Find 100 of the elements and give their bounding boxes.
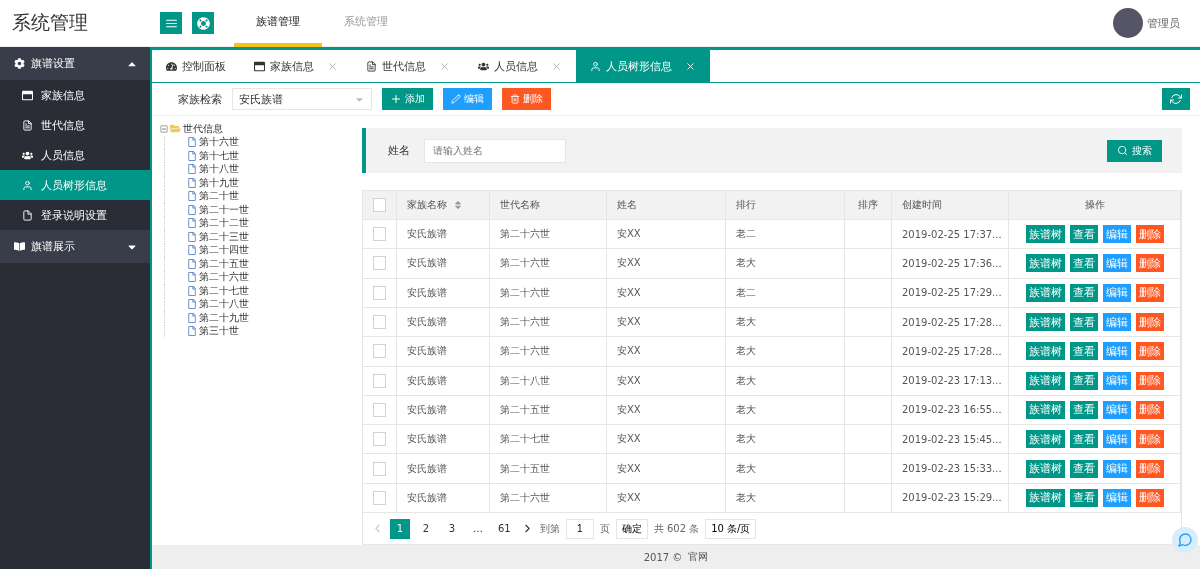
edit-button[interactable]: 编辑 xyxy=(1102,371,1131,390)
view-button[interactable]: 查看 xyxy=(1069,430,1098,449)
tree-node[interactable]: 第二十四世 xyxy=(199,243,249,258)
checkbox[interactable] xyxy=(373,285,386,300)
delete-button[interactable]: 删除 xyxy=(1135,254,1164,273)
tree-node[interactable]: 第十六世 xyxy=(199,135,239,150)
page-size-select[interactable]: 10 条/页 xyxy=(705,518,757,539)
tree-node[interactable]: 第二十二世 xyxy=(199,216,249,231)
chat-button[interactable] xyxy=(1172,527,1198,553)
tree-node[interactable]: 第二十一世 xyxy=(199,202,249,217)
checkbox[interactable] xyxy=(373,344,386,359)
tree-node[interactable]: 第二十九世 xyxy=(199,310,249,325)
edit-button[interactable]: 编辑 xyxy=(1102,430,1131,449)
edit-button[interactable]: 编辑 xyxy=(1102,488,1131,507)
delete-button[interactable]: 删除 xyxy=(1135,313,1164,332)
user-name[interactable]: 管理员 xyxy=(1147,15,1180,31)
tree-button[interactable]: 族谱树 xyxy=(1025,371,1065,390)
checkbox[interactable] xyxy=(373,315,386,330)
sidebar-item[interactable]: 人员信息 xyxy=(0,140,150,170)
view-button[interactable]: 查看 xyxy=(1069,254,1098,273)
edit-button[interactable]: 编辑 xyxy=(1102,313,1131,332)
refresh-button[interactable] xyxy=(1162,88,1190,110)
delete-button[interactable]: 删除 xyxy=(1135,225,1164,244)
checkbox[interactable] xyxy=(373,227,386,242)
tree-button[interactable]: 族谱树 xyxy=(1025,225,1065,244)
page-tab[interactable]: 人员树形信息 xyxy=(576,50,710,82)
checkbox[interactable] xyxy=(373,198,386,213)
edit-button[interactable]: 编辑 xyxy=(1102,254,1131,273)
checkbox[interactable] xyxy=(373,490,386,505)
website-link[interactable]: 官网 xyxy=(688,550,709,564)
user-avatar[interactable] xyxy=(1113,8,1143,38)
edit-button[interactable]: 编辑 xyxy=(443,88,492,110)
tree-node[interactable]: 第二十世 xyxy=(199,189,239,204)
edit-button[interactable]: 编辑 xyxy=(1102,225,1131,244)
tree-button[interactable]: 族谱树 xyxy=(1025,488,1065,507)
view-button[interactable]: 查看 xyxy=(1069,283,1098,302)
close-icon[interactable] xyxy=(327,60,338,72)
lifebuoy-button[interactable] xyxy=(192,12,214,34)
tree-button[interactable]: 族谱树 xyxy=(1025,254,1065,273)
edit-button[interactable]: 编辑 xyxy=(1102,283,1131,302)
checkbox[interactable] xyxy=(373,402,386,417)
sidebar-group[interactable]: 旗谱展示 xyxy=(0,230,150,263)
view-button[interactable]: 查看 xyxy=(1069,371,1098,390)
delete-button[interactable]: 删除 xyxy=(1135,342,1164,361)
view-button[interactable]: 查看 xyxy=(1069,313,1098,332)
delete-button[interactable]: 删除 xyxy=(1135,488,1164,507)
close-icon[interactable] xyxy=(439,60,450,72)
add-button[interactable]: 添加 xyxy=(382,88,433,110)
tree-node[interactable]: 第三十世 xyxy=(199,324,239,339)
delete-button[interactable]: 删除 xyxy=(1135,371,1164,390)
sidebar-item[interactable]: 家族信息 xyxy=(0,80,150,110)
page-button[interactable]: 1 xyxy=(390,518,410,539)
family-select[interactable]: 安氏族谱 xyxy=(232,88,372,110)
close-icon[interactable] xyxy=(551,60,562,72)
tree-node[interactable]: 世代信息 xyxy=(183,121,223,136)
tree-node[interactable]: 第二十七世 xyxy=(199,283,249,298)
search-button[interactable]: 搜索 xyxy=(1107,139,1162,162)
delete-button[interactable]: 删除 xyxy=(1135,400,1164,419)
delete-button[interactable]: 删除 xyxy=(1135,430,1164,449)
sort-icon[interactable] xyxy=(453,200,463,211)
checkbox[interactable] xyxy=(373,373,386,388)
tree-node[interactable]: 第十九世 xyxy=(199,175,239,190)
tree-node[interactable]: 第二十三世 xyxy=(199,229,249,244)
tree-button[interactable]: 族谱树 xyxy=(1025,283,1065,302)
tree-node[interactable]: 第十七世 xyxy=(199,148,239,163)
nav-tab[interactable]: 族谱管理 xyxy=(234,0,322,47)
collapse-icon[interactable] xyxy=(160,124,168,133)
menu-button[interactable] xyxy=(160,12,182,34)
sidebar-item[interactable]: 登录说明设置 xyxy=(0,200,150,230)
tree-node[interactable]: 第二十六世 xyxy=(199,270,249,285)
sidebar-item[interactable]: 世代信息 xyxy=(0,110,150,140)
view-button[interactable]: 查看 xyxy=(1069,488,1098,507)
edit-button[interactable]: 编辑 xyxy=(1102,400,1131,419)
tree-node[interactable]: 第二十五世 xyxy=(199,256,249,271)
tree-node[interactable]: 第十八世 xyxy=(199,162,239,177)
sidebar-item[interactable]: 人员树形信息 xyxy=(0,170,150,200)
tree-button[interactable]: 族谱树 xyxy=(1025,342,1065,361)
tree-button[interactable]: 族谱树 xyxy=(1025,430,1065,449)
close-icon[interactable] xyxy=(685,60,696,72)
edit-button[interactable]: 编辑 xyxy=(1102,459,1131,478)
tree-button[interactable]: 族谱树 xyxy=(1025,313,1065,332)
checkbox[interactable] xyxy=(373,461,386,476)
confirm-button[interactable]: 确定 xyxy=(615,518,648,539)
tree-button[interactable]: 族谱树 xyxy=(1025,400,1065,419)
delete-button[interactable]: 删除 xyxy=(502,88,551,110)
name-field[interactable]: 请输入姓名 xyxy=(424,138,566,163)
tree-button[interactable]: 族谱树 xyxy=(1025,459,1065,478)
page-field[interactable]: 1 xyxy=(565,518,594,539)
checkbox[interactable] xyxy=(373,256,386,271)
delete-button[interactable]: 删除 xyxy=(1135,459,1164,478)
edit-button[interactable]: 编辑 xyxy=(1102,342,1131,361)
checkbox[interactable] xyxy=(373,432,386,447)
tree-node[interactable]: 第二十八世 xyxy=(199,297,249,312)
view-button[interactable]: 查看 xyxy=(1069,342,1098,361)
delete-button[interactable]: 删除 xyxy=(1135,283,1164,302)
sidebar-group[interactable]: 旗谱设置 xyxy=(0,47,150,80)
nav-tab[interactable]: 系统管理 xyxy=(322,0,410,47)
view-button[interactable]: 查看 xyxy=(1069,400,1098,419)
view-button[interactable]: 查看 xyxy=(1069,459,1098,478)
view-button[interactable]: 查看 xyxy=(1069,225,1098,244)
